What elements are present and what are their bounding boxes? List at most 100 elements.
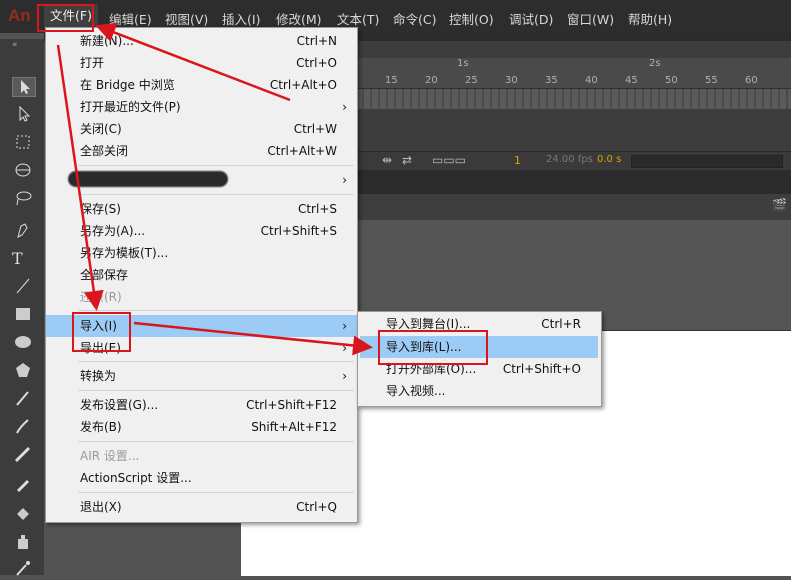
- menu-item-label: 全部关闭: [80, 144, 129, 158]
- lasso-tool-icon[interactable]: [12, 189, 34, 207]
- menu-separator: [78, 390, 354, 391]
- menu-item-shortcut: Ctrl+Shift+O: [502, 362, 581, 376]
- tools-panel: « T: [0, 39, 44, 577]
- menu-item-save[interactable]: 保存(S) Ctrl+S: [46, 198, 357, 220]
- frame-tools-icon[interactable]: ▭▭▭: [432, 153, 466, 167]
- submenu-arrow-icon: ›: [342, 173, 347, 187]
- menu-item-label: 还原(R): [80, 290, 122, 304]
- menu-item-close-all[interactable]: 全部关闭 Ctrl+Alt+W: [46, 140, 357, 162]
- bone-tool-icon[interactable]: [12, 477, 34, 495]
- paint-bucket-tool-icon[interactable]: [12, 505, 34, 523]
- menu-modify[interactable]: 修改(M): [276, 9, 322, 28]
- ink-bottle-tool-icon[interactable]: [12, 533, 34, 551]
- menu-item-import-video[interactable]: 导入视频...: [358, 380, 601, 402]
- menu-item-open[interactable]: 打开 Ctrl+O: [46, 52, 357, 74]
- ruler-tick: 55: [705, 75, 718, 86]
- menu-item-publish[interactable]: 发布(B) Shift+Alt+F12: [46, 416, 357, 438]
- line-tool-icon[interactable]: [12, 277, 34, 295]
- menu-item-publish-settings[interactable]: 发布设置(G)... Ctrl+Shift+F12: [46, 394, 357, 416]
- pencil-tool-icon[interactable]: [12, 389, 34, 407]
- menu-item-label: 另存为模板(T)...: [80, 246, 169, 260]
- menu-item-label: AIR 设置...: [80, 449, 140, 463]
- menu-separator: [78, 492, 354, 493]
- ruler-tick: 35: [545, 75, 558, 86]
- fps-readout: 24.00 fps: [546, 154, 593, 165]
- free-transform-tool-icon[interactable]: [12, 133, 34, 151]
- redaction-scribble: [68, 171, 228, 187]
- app-logo: An: [8, 6, 31, 25]
- menu-item-exit[interactable]: 退出(X) Ctrl+Q: [46, 496, 357, 518]
- menu-item-save-as-template[interactable]: 另存为模板(T)...: [46, 242, 357, 264]
- menu-item-convert-to[interactable]: 转换为 ›: [46, 365, 357, 387]
- ruler-1s-label: 1s: [457, 58, 469, 69]
- menu-item-save-as[interactable]: 另存为(A)... Ctrl+Shift+S: [46, 220, 357, 242]
- selection-tool-icon[interactable]: [12, 77, 36, 97]
- menu-commands[interactable]: 命令(C): [393, 9, 436, 28]
- timeline-frames[interactable]: [356, 89, 791, 109]
- menu-item-shortcut: Ctrl+S: [297, 202, 337, 216]
- pen-tool-icon[interactable]: [12, 221, 34, 239]
- menu-item-label: 保存(S): [80, 202, 121, 216]
- menu-item-label: 导入视频...: [386, 384, 446, 398]
- clapper-icon[interactable]: 🎬: [772, 198, 787, 212]
- ruler-2s-label: 2s: [649, 58, 661, 69]
- menu-debug[interactable]: 调试(D): [509, 9, 553, 28]
- menu-item-label: 关闭(C): [80, 122, 122, 136]
- polystar-tool-icon[interactable]: [12, 361, 34, 379]
- time-readout: 0.0 s: [597, 154, 622, 165]
- menu-help[interactable]: 帮助(H): [628, 9, 672, 28]
- menu-separator: [78, 310, 354, 311]
- menu-item-shortcut: Shift+Alt+F12: [251, 420, 337, 434]
- menu-item-label: 打开最近的文件(P): [80, 100, 181, 114]
- subselection-tool-icon[interactable]: [12, 105, 34, 123]
- loop-icon[interactable]: ⇄: [402, 153, 412, 167]
- menu-window[interactable]: 窗口(W): [567, 9, 614, 28]
- menu-item-save-all[interactable]: 全部保存: [46, 264, 357, 286]
- rectangle-tool-icon[interactable]: [12, 305, 34, 323]
- collapse-icon[interactable]: «: [12, 40, 18, 50]
- menu-item-label: 转换为: [80, 369, 117, 383]
- menu-item-browse-bridge[interactable]: 在 Bridge 中浏览 Ctrl+Alt+O: [46, 74, 357, 96]
- menu-separator: [78, 441, 354, 442]
- menu-item-label: 在 Bridge 中浏览: [80, 78, 175, 92]
- 3d-rotation-tool-icon[interactable]: [12, 161, 34, 179]
- menu-item-shortcut: Ctrl+Alt+W: [267, 144, 337, 158]
- menu-item-open-recent[interactable]: 打开最近的文件(P) ›: [46, 96, 357, 118]
- menu-item-shortcut: Ctrl+O: [296, 56, 337, 70]
- timeline-ruler[interactable]: [356, 58, 791, 89]
- menu-item-shortcut: Ctrl+Shift+S: [260, 224, 337, 238]
- paint-brush-tool-icon[interactable]: [12, 445, 34, 463]
- menu-text[interactable]: 文本(T): [337, 9, 379, 28]
- menu-item-label: 另存为(A)...: [80, 224, 146, 238]
- menu-item-air-settings: AIR 设置...: [46, 445, 357, 467]
- ruler-tick: 25: [465, 75, 478, 86]
- menu-item-close[interactable]: 关闭(C) Ctrl+W: [46, 118, 357, 140]
- menu-control[interactable]: 控制(O): [449, 9, 494, 28]
- annotation-box-import-to-library: [378, 330, 488, 365]
- menu-insert[interactable]: 插入(I): [222, 9, 260, 28]
- menu-item-new[interactable]: 新建(N)... Ctrl+N: [46, 30, 357, 52]
- timeline-scrollbar[interactable]: [631, 155, 783, 168]
- menu-edit[interactable]: 编辑(E): [109, 9, 152, 28]
- menu-item-label: 打开: [80, 56, 105, 70]
- ruler-tick: 30: [505, 75, 518, 86]
- menu-item-label: 发布设置(G)...: [80, 398, 159, 412]
- onion-skin-icon[interactable]: ⇹: [382, 153, 392, 167]
- submenu-arrow-icon: ›: [342, 100, 347, 114]
- brush-tool-icon[interactable]: [12, 417, 34, 435]
- eyedropper-tool-icon[interactable]: [12, 559, 34, 577]
- ruler-tick: 60: [745, 75, 758, 86]
- menu-item-label: 退出(X): [80, 500, 122, 514]
- panel-divider: [356, 170, 791, 194]
- menu-item-shortcut: Ctrl+Q: [296, 500, 337, 514]
- menu-item-shortcut: Ctrl+Alt+O: [269, 78, 337, 92]
- menu-item-label: 全部保存: [80, 268, 129, 282]
- menu-item-label: 发布(B): [80, 420, 122, 434]
- menu-item-shortcut: Ctrl+W: [293, 122, 337, 136]
- menu-item-label: 新建(N)...: [80, 34, 134, 48]
- text-tool-icon[interactable]: T: [12, 249, 34, 268]
- menu-item-actionscript-settings[interactable]: ActionScript 设置...: [46, 467, 357, 489]
- oval-tool-icon[interactable]: [12, 333, 34, 351]
- menu-view[interactable]: 视图(V): [165, 9, 208, 28]
- file-menu-dropdown: 新建(N)... Ctrl+N 打开 Ctrl+O 在 Bridge 中浏览 Ctrl…: [45, 27, 358, 523]
